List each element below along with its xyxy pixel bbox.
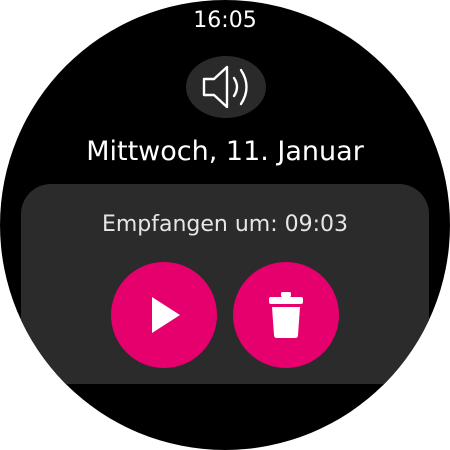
received-time-label: Empfangen um: 09:03 <box>101 212 349 237</box>
play-icon <box>152 297 180 333</box>
message-card: Empfangen um: 09:03 <box>21 184 429 384</box>
watch-screen: 16:05 Mittwoch, 11. Januar Empfangen um:… <box>0 0 450 450</box>
delete-button[interactable] <box>233 262 339 368</box>
date-label: Mittwoch, 11. Januar <box>86 136 364 167</box>
volume-icon <box>202 65 248 109</box>
trash-icon <box>269 292 303 338</box>
play-button[interactable] <box>111 262 217 368</box>
status-time: 16:05 <box>193 8 257 33</box>
speaker-button[interactable] <box>186 56 266 118</box>
